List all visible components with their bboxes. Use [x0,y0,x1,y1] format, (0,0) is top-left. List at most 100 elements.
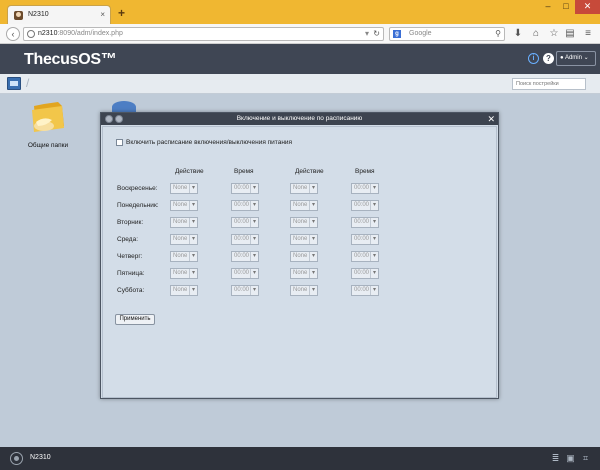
chevron-down-icon[interactable]: ▾ [309,218,317,227]
action-select-1[interactable]: None ▾ [170,268,198,279]
chevron-down-icon[interactable]: ▾ [189,218,197,227]
time-select-2[interactable]: 00:00 ▾ [351,217,379,228]
action-select-2[interactable]: None ▾ [290,251,318,262]
google-icon[interactable]: g [393,30,401,38]
window-maximize-button[interactable]: □ [557,0,575,14]
disk-icon[interactable]: ▣ [565,453,576,464]
chevron-down-icon[interactable]: ▾ [250,218,258,227]
day-label: Четверг: [117,253,143,260]
dropdown-arrow-icon[interactable]: ▾ [365,29,369,38]
app-search-input[interactable]: Поиск пострейки [512,78,586,90]
dialog-titlebar[interactable]: Включение и выключение по расписанию ✕ [101,113,498,125]
browser-tab[interactable]: N2310 × [7,5,111,24]
enable-schedule-checkbox[interactable] [116,139,123,146]
action-select-2[interactable]: None ▾ [290,234,318,245]
browser-search-bar[interactable]: g Google ⚲ [389,27,505,41]
bookmark-star-icon[interactable]: ☆ [548,28,560,40]
action-select-2[interactable]: None ▾ [290,200,318,211]
chevron-down-icon[interactable]: ▾ [189,184,197,193]
clipboard-icon[interactable]: ▤ [564,28,576,40]
action-select-1[interactable]: None ▾ [170,285,198,296]
chevron-down-icon[interactable]: ▾ [309,252,317,261]
chevron-down-icon[interactable]: ▾ [189,252,197,261]
apply-button[interactable]: Применить [115,314,155,325]
download-icon[interactable]: ⬇ [512,28,524,40]
chevron-down-icon[interactable]: ▾ [250,269,258,278]
day-label: Воскресенье: [117,185,158,192]
user-menu-button[interactable]: ● Admin ⌄ [556,51,596,66]
time-select-2[interactable]: 00:00 ▾ [351,268,379,279]
time-select-1[interactable]: 00:00 ▾ [231,234,259,245]
column-header-time-1: Время [234,168,254,175]
dialog-close-icon[interactable]: ✕ [487,113,495,125]
tab-close-icon[interactable]: × [100,10,105,19]
info-icon[interactable]: i [528,53,539,64]
time-select-2[interactable]: 00:00 ▾ [351,234,379,245]
chevron-down-icon[interactable]: ▾ [309,269,317,278]
help-icon[interactable]: ? [543,53,554,64]
power-logo-icon[interactable] [10,452,23,465]
time-select-2[interactable]: 00:00 ▾ [351,183,379,194]
time-select-1[interactable]: 00:00 ▾ [231,217,259,228]
action-select-1[interactable]: None ▾ [170,234,198,245]
action-select-2[interactable]: None ▾ [290,217,318,228]
network-icon[interactable]: ⌗ [580,453,591,464]
day-label: Суббота: [117,287,145,294]
time-select-1[interactable]: 00:00 ▾ [231,268,259,279]
chevron-down-icon[interactable]: ▾ [370,286,378,295]
chevron-down-icon[interactable]: ▾ [309,286,317,295]
url-bar[interactable]: n2310:8090/adm/index.php ▾ ↻ [23,27,384,41]
back-arrow-icon[interactable]: ‹ [6,27,20,41]
chevron-down-icon[interactable]: ▾ [309,184,317,193]
reload-icon[interactable]: ↻ [373,29,380,38]
search-icon[interactable]: ⚲ [495,29,501,38]
window-minimize-button[interactable]: – [539,0,557,14]
action-select-2[interactable]: None ▾ [290,268,318,279]
action-select-1[interactable]: None ▾ [170,183,198,194]
chevron-down-icon[interactable]: ▾ [250,286,258,295]
time-select-2[interactable]: 00:00 ▾ [351,200,379,211]
time-select-1[interactable]: 00:00 ▾ [231,285,259,296]
time-select-2[interactable]: 00:00 ▾ [351,285,379,296]
chevron-down-icon[interactable]: ▾ [370,201,378,210]
storage-icon[interactable]: ≣ [550,453,561,464]
select-value: 00:00 [234,287,250,293]
chevron-down-icon[interactable]: ▾ [370,184,378,193]
chevron-down-icon[interactable]: ▾ [370,218,378,227]
chevron-down-icon[interactable]: ▾ [370,252,378,261]
chevron-down-icon[interactable]: ▾ [189,269,197,278]
time-select-1[interactable]: 00:00 ▾ [231,251,259,262]
chevron-down-icon[interactable]: ▾ [189,286,197,295]
chevron-down-icon[interactable]: ▾ [309,201,317,210]
chevron-down-icon[interactable]: ▾ [309,235,317,244]
menu-icon[interactable]: ≡ [582,28,594,40]
home-icon[interactable]: ⌂ [530,28,542,40]
action-select-2[interactable]: None ▾ [290,285,318,296]
chevron-down-icon[interactable]: ▾ [250,201,258,210]
chevron-down-icon[interactable]: ▾ [250,235,258,244]
chevron-down-icon[interactable]: ▾ [189,235,197,244]
chevron-down-icon[interactable]: ▾ [189,201,197,210]
chevron-down-icon: ⌄ [583,55,589,61]
time-select-2[interactable]: 00:00 ▾ [351,251,379,262]
desktop-icon-label: Общие папки [27,142,69,149]
new-tab-button[interactable]: + [118,7,125,19]
action-select-1[interactable]: None ▾ [170,200,198,211]
desktop-toolbar: / Поиск пострейки [0,74,600,94]
window-close-button[interactable]: ✕ [575,0,600,14]
time-select-1[interactable]: 00:00 ▾ [231,200,259,211]
browser-search-placeholder: Google [409,30,432,37]
time-select-1[interactable]: 00:00 ▾ [231,183,259,194]
chevron-down-icon[interactable]: ▾ [370,269,378,278]
chevron-down-icon[interactable]: ▾ [250,252,258,261]
select-value: None [173,253,188,259]
select-value: 00:00 [354,236,370,242]
control-panel-icon[interactable] [7,77,21,90]
chevron-down-icon[interactable]: ▾ [250,184,258,193]
chevron-down-icon[interactable]: ▾ [370,235,378,244]
action-select-1[interactable]: None ▾ [170,217,198,228]
favicon-icon [14,11,23,20]
day-label: Понедельник: [117,202,159,209]
action-select-1[interactable]: None ▾ [170,251,198,262]
action-select-2[interactable]: None ▾ [290,183,318,194]
